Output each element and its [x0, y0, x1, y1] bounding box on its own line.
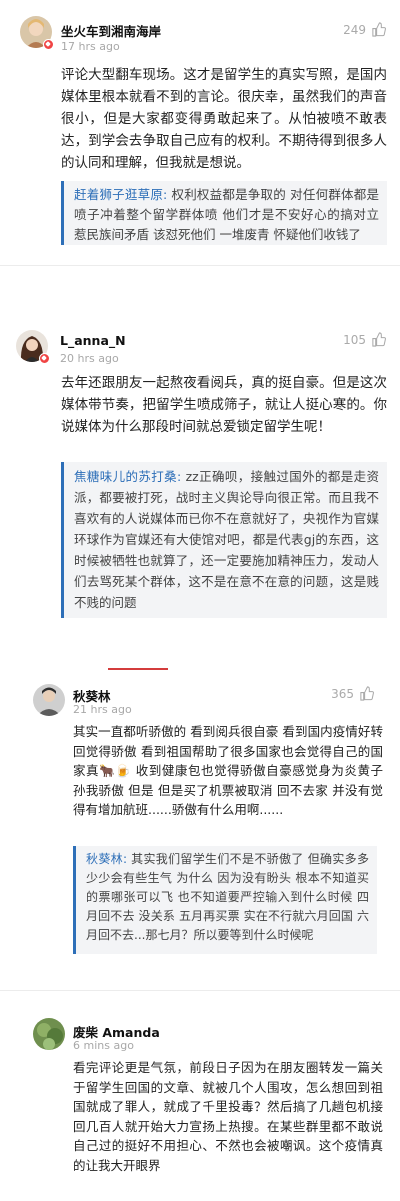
username[interactable]: L_anna_N	[60, 333, 126, 348]
verified-badge-icon	[43, 39, 54, 50]
timestamp: 20 hrs ago	[60, 352, 119, 365]
thumbs-up-icon	[372, 22, 386, 37]
comment-item: 废柴 Amanda 6 mins ago 看完评论更是气氛，前段日子因为在朋友圈…	[0, 1010, 400, 1201]
avatar[interactable]	[33, 1018, 65, 1050]
like-count: 105	[343, 332, 366, 347]
verified-badge-icon	[39, 353, 50, 364]
reply-text: 其实我们留学生们不是不骄傲了 但确实多多少少会有些生气 为什么 因为没有盼头 根…	[86, 852, 369, 942]
comment-item: 坐火车到湘南海岸 17 hrs ago 249 评论大型翻车现场。这才是留学生的…	[0, 0, 400, 250]
username[interactable]: 坐火车到湘南海岸	[61, 21, 161, 40]
like-count: 249	[343, 22, 366, 37]
divider	[0, 265, 400, 266]
avatar[interactable]	[33, 684, 65, 716]
comment-text: 去年还跟朋友一起熬夜看阅兵，真的挺自豪。但是这次媒体带节奏，把留学生喷成筛子，就…	[61, 375, 387, 435]
comment-text: 看完评论更是气氛，前段日子因为在朋友圈转发一篇关于留学生回国的文章、就被几个人围…	[73, 1060, 383, 1173]
like-button[interactable]: 365	[331, 686, 374, 701]
reply-username[interactable]: 秋葵林:	[86, 852, 127, 866]
timestamp: 17 hrs ago	[61, 40, 120, 53]
timestamp: 21 hrs ago	[73, 703, 132, 716]
reply-username[interactable]: 赶着狮子逛草原:	[74, 187, 167, 202]
reply-username[interactable]: 焦糖味儿的苏打桑:	[74, 469, 181, 484]
comment-item: L_anna_N 20 hrs ago 105 去年还跟朋友一起熬夜看阅兵，真的…	[0, 320, 400, 640]
divider	[0, 990, 400, 991]
like-button[interactable]: 105	[343, 332, 386, 347]
reply-quote[interactable]: 赶着狮子逛草原: 权利权益都是争取的 对任何群体都是 喷子冲着整个留学群体喷 他…	[61, 181, 387, 245]
comment-text: 其实一直都听骄傲的 看到阅兵很自豪 看到国内疫情好转回觉得骄傲 看到祖国帮助了很…	[73, 724, 383, 817]
thumbs-up-icon	[372, 332, 386, 347]
reply-quote[interactable]: 焦糖味儿的苏打桑: zz正确呗，接触过国外的都是走资派，都要被打死，战时主义舆论…	[61, 462, 387, 618]
comment-item: 秋葵林 21 hrs ago 365 其实一直都听骄傲的 看到阅兵很自豪 看到国…	[0, 678, 400, 978]
reply-quote[interactable]: 秋葵林: 其实我们留学生们不是不骄傲了 但确实多多少少会有些生气 为什么 因为没…	[73, 846, 377, 954]
reply-text: zz正确呗，接触过国外的都是走资派，都要被打死，战时主义舆论导向很正常。而且我不…	[74, 469, 379, 610]
comment-text: 评论大型翻车现场。这才是留学生的真实写照，是国内媒体里根本就看不到的言论。很庆幸…	[61, 67, 387, 171]
timestamp: 6 mins ago	[73, 1039, 134, 1052]
section-accent-line	[108, 668, 168, 670]
like-count: 365	[331, 686, 354, 701]
thumbs-up-icon	[360, 686, 374, 701]
like-button[interactable]: 249	[343, 22, 386, 37]
